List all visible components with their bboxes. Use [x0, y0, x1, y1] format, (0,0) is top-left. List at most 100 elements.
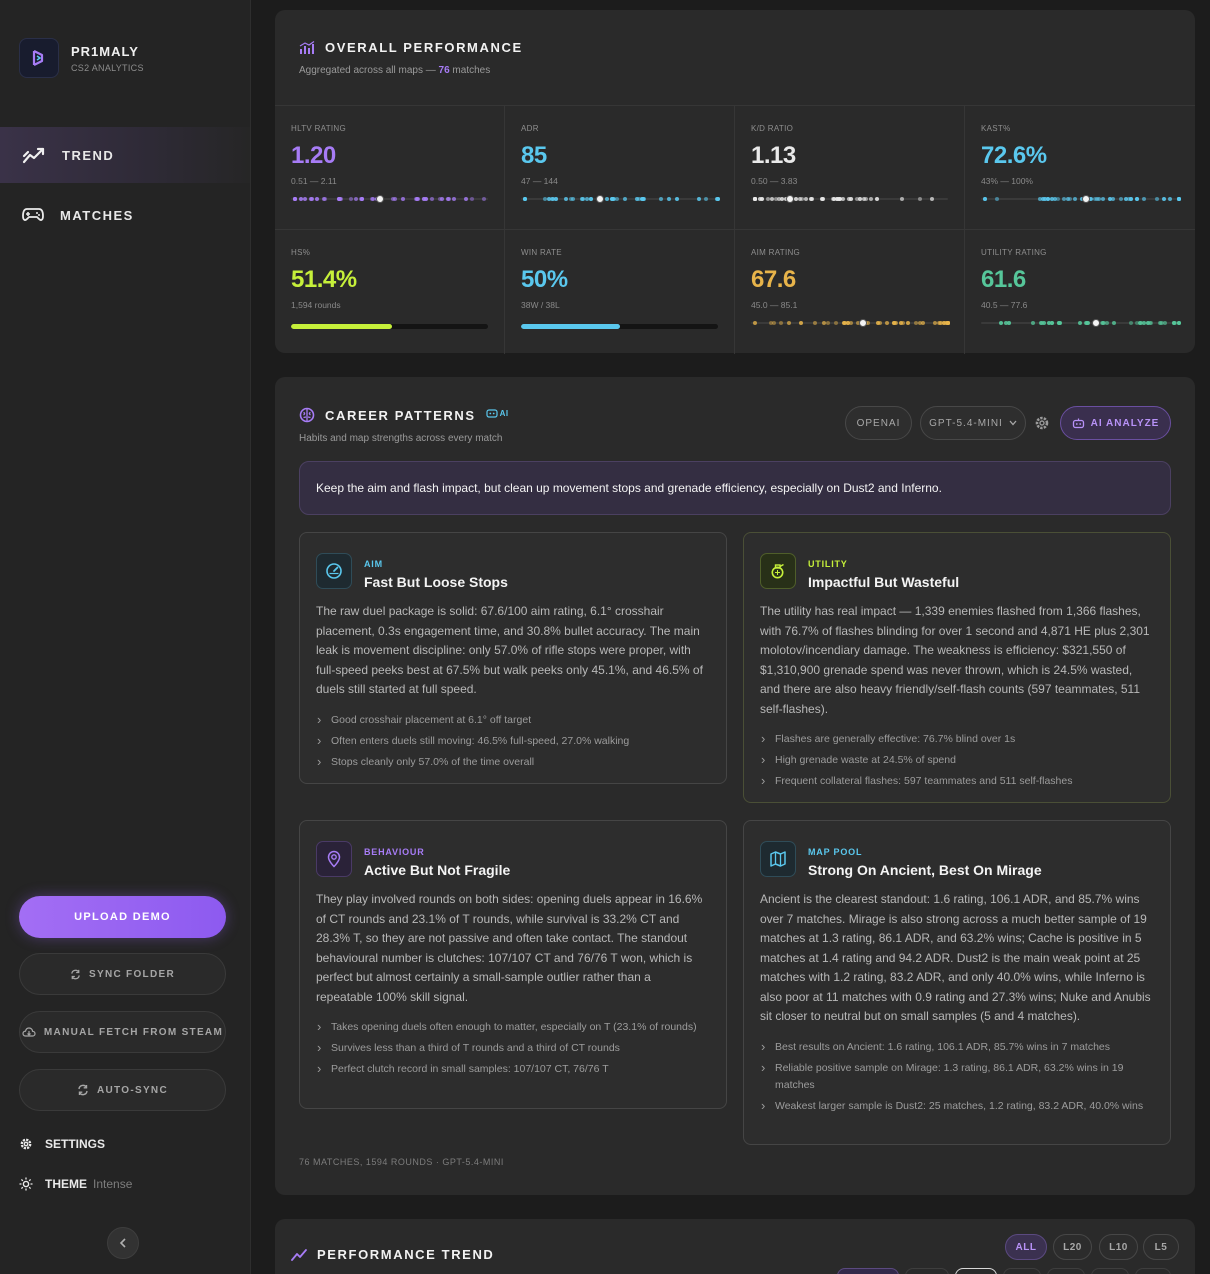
distribution-dot	[1145, 321, 1150, 325]
distribution-dot	[884, 321, 889, 325]
distribution-strip	[521, 195, 721, 203]
distribution-dot	[930, 197, 935, 201]
behaviour-card-points: Takes opening duels often enough to matt…	[316, 1018, 710, 1078]
distribution-dot	[666, 197, 671, 201]
range-l20-button[interactable]: L20	[1053, 1234, 1092, 1260]
metric-tab[interactable]	[905, 1268, 949, 1274]
stat-value: 67.6	[751, 266, 796, 293]
range-l5-button[interactable]: L5	[1143, 1234, 1179, 1260]
upload-demo-button[interactable]: UPLOAD DEMO	[19, 896, 226, 938]
robot-icon	[486, 409, 498, 418]
distribution-dot	[874, 197, 879, 201]
progress-fill	[291, 324, 393, 329]
progress-bar	[521, 324, 718, 329]
settings-link[interactable]: SETTINGS	[19, 1137, 105, 1151]
distribution-dot	[779, 321, 784, 325]
stat-label: K/D RATIO	[751, 124, 794, 133]
distribution-dot	[776, 197, 781, 201]
aim-card-category: AIM	[364, 559, 383, 569]
list-item: Frequent collateral flashes: 597 teammat…	[760, 772, 1154, 790]
brand[interactable]: PR1MALY CS2 ANALYTICS	[19, 38, 144, 78]
stat-adr: ADR 85 47 — 144	[505, 106, 735, 230]
distribution-dot	[1129, 321, 1134, 325]
stat-k-d-ratio: K/D RATIO 1.13 0.50 — 3.83	[735, 106, 965, 230]
aim-card: AIM Fast But Loose Stops The raw duel pa…	[299, 532, 727, 784]
ai-settings-button[interactable]	[1033, 414, 1051, 432]
utility-card-points: Flashes are generally effective: 76.7% b…	[760, 730, 1154, 790]
sidebar: PR1MALY CS2 ANALYTICS TREND MATCHES UPLO…	[0, 0, 251, 1274]
distribution-dot	[349, 197, 354, 201]
stat-range: 45.0 — 85.1	[751, 300, 798, 310]
stat-range: 0.50 — 3.83	[751, 176, 798, 186]
sync-folder-button[interactable]: SYNC FOLDER	[19, 953, 226, 995]
metric-tab[interactable]	[837, 1268, 899, 1274]
stat-value: 50%	[521, 266, 568, 293]
distribution-dot	[292, 197, 297, 201]
distribution-dot	[1061, 197, 1066, 201]
ai-analyze-label: AI ANALYZE	[1090, 417, 1160, 429]
distribution-dot	[1050, 321, 1055, 325]
metric-tab[interactable]	[1003, 1268, 1041, 1274]
robot-icon	[1072, 418, 1084, 428]
career-title: CAREER PATTERNS	[325, 407, 476, 423]
distribution-dot	[451, 197, 456, 201]
distribution-strip	[751, 319, 951, 327]
distribution-dot	[470, 197, 475, 201]
distribution-dot	[799, 321, 803, 325]
stat-range: 0.51 — 2.11	[291, 176, 337, 186]
list-item: High grenade waste at 24.5% of spend	[760, 751, 1154, 769]
list-item: Survives less than a third of T rounds a…	[316, 1039, 710, 1057]
distribution-dot	[604, 197, 609, 201]
utility-card-title: Impactful But Wasteful	[808, 574, 960, 590]
distribution-dot	[765, 197, 770, 201]
career-summary: Keep the aim and flash impact, but clean…	[299, 461, 1171, 515]
distribution-dot	[354, 197, 358, 201]
stat-kast: KAST% 72.6% 43% — 100%	[965, 106, 1195, 230]
theme-link[interactable]: THEME Intense	[19, 1177, 132, 1191]
distribution-dot	[1171, 321, 1176, 325]
sync-icon	[71, 969, 80, 979]
provider-select[interactable]: OPENAI	[845, 406, 912, 440]
distribution-dot	[1134, 197, 1139, 201]
logo-icon	[19, 38, 59, 78]
distribution-dot	[303, 197, 308, 201]
metric-tab[interactable]	[1047, 1268, 1085, 1274]
cloud-download-icon	[22, 1026, 36, 1037]
ai-analyze-button[interactable]: AI ANALYZE	[1060, 406, 1171, 440]
metric-tab[interactable]	[955, 1268, 997, 1274]
distribution-dot	[878, 321, 883, 325]
metric-tab[interactable]	[1091, 1268, 1129, 1274]
collapse-sidebar-button[interactable]	[107, 1227, 139, 1259]
list-item: Often enters duels still moving: 46.5% f…	[316, 732, 710, 750]
distribution-dot	[615, 197, 620, 201]
brand-subtitle: CS2 ANALYTICS	[71, 62, 144, 73]
distribution-dot	[1045, 197, 1050, 201]
model-select[interactable]: GPT-5.4-MINI	[920, 406, 1026, 440]
distribution-dot	[1100, 197, 1105, 201]
stat-win-rate: WIN RATE 50% 38W / 38L	[505, 230, 735, 354]
nav-matches[interactable]: MATCHES	[0, 187, 250, 243]
map-icon	[760, 841, 796, 877]
distribution-dot	[579, 197, 584, 201]
theme-value: Intense	[93, 1177, 133, 1191]
distribution-dot	[1039, 321, 1043, 325]
metric-tab[interactable]	[1135, 1268, 1171, 1274]
stat-label: HS%	[291, 248, 311, 257]
distribution-dot	[588, 197, 593, 201]
distribution-dot	[821, 197, 826, 201]
sun-icon	[19, 1177, 33, 1191]
distribution-dot	[401, 197, 406, 201]
distribution-dot	[854, 197, 859, 201]
distribution-dot	[999, 321, 1004, 325]
manual-fetch-button[interactable]: MANUAL FETCH FROM STEAM	[19, 1011, 226, 1053]
list-item: Takes opening duels often enough to matt…	[316, 1018, 710, 1036]
distribution-dot	[308, 197, 313, 201]
list-item: Best results on Ancient: 1.6 rating, 106…	[760, 1038, 1154, 1056]
auto-sync-button[interactable]: AUTO-SYNC	[19, 1069, 226, 1111]
distribution-strip	[291, 195, 488, 203]
distribution-dot	[813, 321, 818, 325]
distribution-dot	[1177, 321, 1182, 325]
nav-trend[interactable]: TREND	[0, 127, 250, 183]
range-all-button[interactable]: ALL	[1005, 1234, 1047, 1260]
range-l10-button[interactable]: L10	[1099, 1234, 1138, 1260]
